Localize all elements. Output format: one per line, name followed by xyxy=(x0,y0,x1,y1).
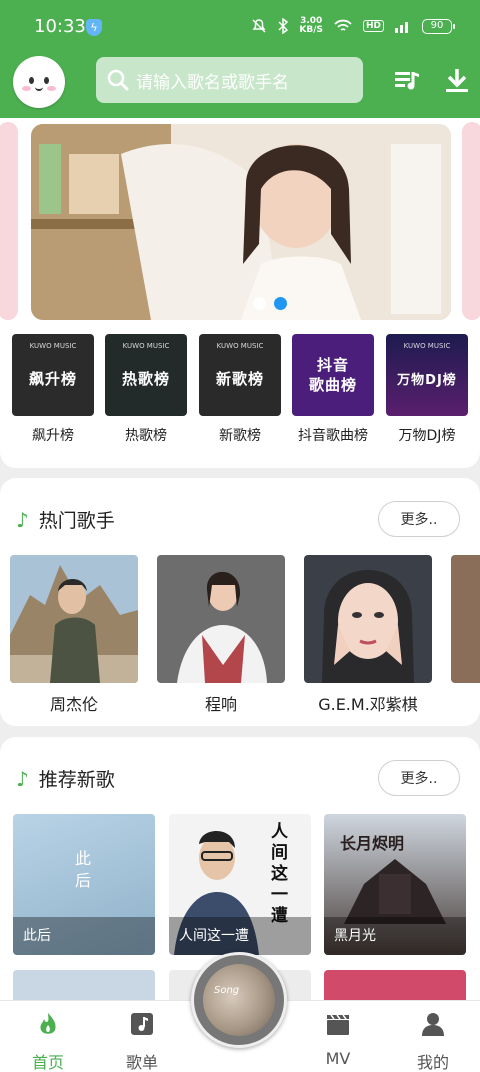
mute-icon xyxy=(252,19,266,33)
singer-photo xyxy=(304,555,432,683)
banner-image[interactable] xyxy=(31,124,451,320)
song-card[interactable]: 人 间 这 一 遭 人间这一遭 xyxy=(169,814,311,955)
playlist-icon xyxy=(131,1013,153,1035)
song-title: 人间这一遭 xyxy=(169,917,311,955)
hd-badge: HD xyxy=(362,20,384,32)
clapperboard-icon xyxy=(327,1014,349,1035)
logo-mouth xyxy=(35,87,43,91)
bluetooth-icon xyxy=(278,18,289,34)
nav-label: MV xyxy=(325,1049,351,1068)
home-flame-icon xyxy=(40,1013,56,1034)
singer-card[interactable]: G.E.M.邓紫棋 xyxy=(304,555,432,715)
chart-cover-text: 热歌榜 xyxy=(121,369,170,388)
chart-cover-text: 抖音 歌曲榜 xyxy=(308,356,357,394)
person-icon xyxy=(422,1013,444,1036)
singer-photo xyxy=(451,555,480,683)
singer-card[interactable]: 程响 xyxy=(157,555,285,715)
logo-cheek xyxy=(47,86,56,91)
chart-label: 热歌榜 xyxy=(125,428,167,444)
nav-item-playlist[interactable]: 歌单 xyxy=(107,1011,177,1072)
singer-photo xyxy=(10,555,138,683)
new-songs-more-button[interactable]: 更多.. xyxy=(378,760,460,796)
chart-label: 万物DJ榜 xyxy=(398,428,456,444)
hot-singers-more-button[interactable]: 更多.. xyxy=(378,501,460,537)
song-cover-text: 人 间 这 一 遭 xyxy=(271,822,288,926)
song-card[interactable]: 长月烬明 黑月光 xyxy=(324,814,466,955)
chart-brand: KUWO MUSIC xyxy=(403,342,451,350)
app-logo[interactable] xyxy=(13,56,65,108)
banner-pagination xyxy=(253,297,287,310)
banner-dot-active[interactable] xyxy=(274,297,287,310)
nav-label: 首页 xyxy=(31,1053,64,1072)
banner-carousel[interactable] xyxy=(0,122,480,324)
section-title: 推荐新歌 xyxy=(38,769,115,791)
chart-cover-text: 万物DJ榜 xyxy=(397,372,457,388)
chart-brand: KUWO MUSIC xyxy=(122,342,170,350)
chart-label: 新歌榜 xyxy=(219,428,261,444)
singer-photo xyxy=(157,555,285,683)
battery-icon: 90 xyxy=(422,18,455,34)
charts-row: KUWO MUSIC 飙升榜 飙升榜 KUWO MUSIC 热歌榜 热歌榜 KU… xyxy=(0,334,480,444)
search-icon xyxy=(107,69,129,91)
song-title: 黑月光 xyxy=(324,917,466,955)
music-note-icon: ♪ xyxy=(16,507,29,532)
logo-eye xyxy=(29,77,34,84)
section-title: 热门歌手 xyxy=(38,510,115,532)
chart-item-hot[interactable]: KUWO MUSIC 热歌榜 热歌榜 xyxy=(105,334,187,445)
singer-name: 程响 xyxy=(204,695,237,714)
logo-eye xyxy=(44,77,49,84)
signal-icon xyxy=(395,22,408,33)
nav-item-home[interactable]: 首页 xyxy=(13,1011,83,1072)
download-icon[interactable] xyxy=(443,66,471,94)
disc-cover xyxy=(203,964,275,1036)
nav-label: 我的 xyxy=(416,1053,449,1072)
now-playing-disc[interactable]: Song xyxy=(191,952,287,1048)
nav-item-mine[interactable]: 我的 xyxy=(398,1011,468,1072)
banner-prev-peek xyxy=(0,122,18,320)
banner-next-peek xyxy=(462,122,480,320)
search-input[interactable]: 请输入歌名或歌手名 xyxy=(96,57,363,103)
singer-name: G.E.M.邓紫棋 xyxy=(318,695,418,714)
song-cover-text: 此 后 xyxy=(75,849,92,890)
chart-cover: KUWO MUSIC 飙升榜 xyxy=(12,334,94,416)
chart-label: 飙升榜 xyxy=(32,428,74,444)
chart-brand: KUWO MUSIC xyxy=(216,342,264,350)
status-time: 10:33 xyxy=(34,16,86,37)
disc-text: Song xyxy=(214,985,240,996)
chart-item-soaring[interactable]: KUWO MUSIC 飙升榜 飙升榜 xyxy=(12,334,94,445)
chart-cover: 抖音 歌曲榜 xyxy=(292,334,374,416)
music-note-icon: ♪ xyxy=(16,766,29,791)
chart-cover-text: 飙升榜 xyxy=(28,369,77,388)
app-header: 10:33 ϟ 3.00 KB/S HD 90 请输入歌名或歌手名 xyxy=(0,0,480,118)
shield-icon: ϟ xyxy=(86,19,102,36)
wifi-icon xyxy=(334,19,352,31)
playlist-queue-icon[interactable] xyxy=(393,66,421,94)
singer-name: 周杰伦 xyxy=(49,695,98,714)
chart-label: 抖音歌曲榜 xyxy=(298,428,368,444)
song-card[interactable]: 此 后 此后 xyxy=(13,814,155,955)
chart-item-dj[interactable]: KUWO MUSIC 万物DJ榜 万物DJ榜 xyxy=(386,334,468,445)
status-right-icons: 3.00 KB/S HD 90 xyxy=(251,17,455,35)
chart-brand: KUWO MUSIC xyxy=(29,342,77,350)
new-songs-header: ♪ 推荐新歌 xyxy=(16,765,115,792)
nav-label: 歌单 xyxy=(125,1053,158,1072)
net-speed-unit: KB/S xyxy=(299,25,323,35)
singer-card[interactable]: 周杰伦 xyxy=(10,555,138,715)
chart-item-new[interactable]: KUWO MUSIC 新歌榜 新歌榜 xyxy=(199,334,281,445)
chart-cover: KUWO MUSIC 新歌榜 xyxy=(199,334,281,416)
chart-cover-text: 新歌榜 xyxy=(215,369,264,388)
banner-photo xyxy=(31,124,451,320)
banner-dot[interactable] xyxy=(253,297,266,310)
net-speed: 3.00 KB/S xyxy=(299,17,323,35)
chart-item-douyin[interactable]: 抖音 歌曲榜 抖音歌曲榜 xyxy=(292,334,374,445)
nav-item-mv[interactable]: MV xyxy=(303,1011,373,1068)
singer-card-peek[interactable] xyxy=(451,555,480,683)
logo-cheek xyxy=(22,86,31,91)
chart-cover: KUWO MUSIC 热歌榜 xyxy=(105,334,187,416)
hot-singers-header: ♪ 热门歌手 xyxy=(16,506,115,533)
search-placeholder: 请输入歌名或歌手名 xyxy=(136,72,289,93)
status-bar: 10:33 ϟ 3.00 KB/S HD 90 xyxy=(0,0,480,55)
song-title: 此后 xyxy=(13,917,155,955)
chart-cover: KUWO MUSIC 万物DJ榜 xyxy=(386,334,468,416)
